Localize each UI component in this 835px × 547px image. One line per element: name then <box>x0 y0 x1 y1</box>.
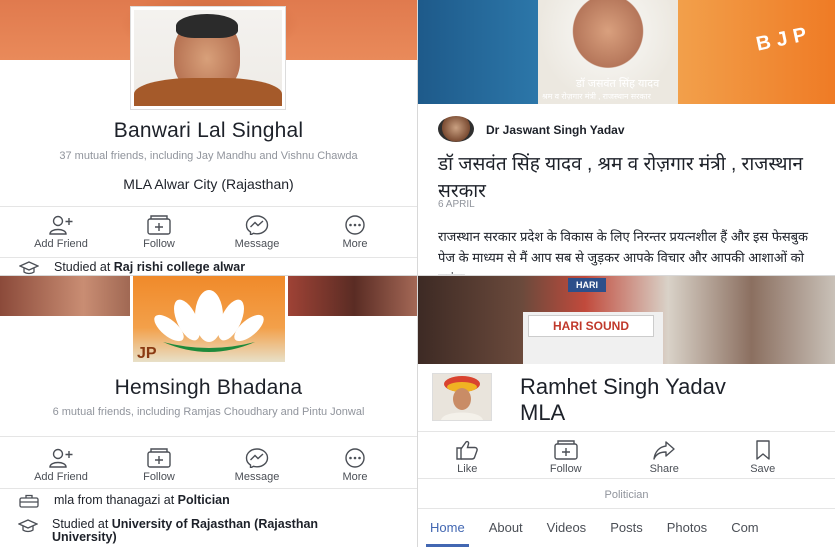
follow-label: Follow <box>143 238 175 250</box>
tab-community[interactable]: Com <box>719 509 770 547</box>
follow-label: Follow <box>143 471 175 483</box>
cover-photo[interactable]: HARI SOUND HARI <box>418 276 835 364</box>
post-cover-image[interactable]: BJP डॉ जसवंत सिंह यादव श्रम व रोज़गार मं… <box>418 0 835 104</box>
mutual-friends[interactable]: 6 mutual friends, including Ramjas Choud… <box>20 406 397 419</box>
profile-actions: Add Friend Follow Message More <box>12 215 404 250</box>
lotus-icon: JP <box>137 290 264 362</box>
svg-text:JP: JP <box>137 345 157 362</box>
bjp-flag-text: BJP <box>754 22 815 56</box>
message-button[interactable]: Message <box>208 215 306 250</box>
follow-icon <box>110 215 208 235</box>
work-place-link[interactable]: Poltician <box>178 493 230 507</box>
share-label: Share <box>649 463 679 475</box>
education-row[interactable]: Studied at Raj rishi college alwar <box>18 260 245 275</box>
more-label: More <box>342 471 368 483</box>
divider <box>418 431 835 432</box>
follow-button[interactable]: Follow <box>517 440 616 475</box>
cover-banner: HARI SOUND <box>528 315 654 337</box>
more-icon <box>306 215 404 235</box>
profile-role: MLA Alwar City (Rajasthan) <box>123 176 294 192</box>
follow-icon <box>110 448 208 468</box>
divider <box>0 257 417 258</box>
add-friend-label: Add Friend <box>34 471 88 483</box>
follow-button[interactable]: Follow <box>110 215 208 250</box>
education-prefix: Studied at <box>52 517 112 531</box>
cover-subcaption: श्रम व रोज़गार मंत्री , राजस्थान सरकार <box>542 92 651 101</box>
tab-videos[interactable]: Videos <box>535 509 599 547</box>
like-button[interactable]: Like <box>418 440 517 475</box>
tab-about[interactable]: About <box>477 509 535 547</box>
cover-caption: डॉ जसवंत सिंह यादव <box>576 78 660 90</box>
save-button[interactable]: Save <box>714 440 813 475</box>
page-actions: Like Follow Share Save <box>418 440 812 475</box>
post-card-jaswant: BJP डॉ जसवंत सिंह यादव श्रम व रोज़गार मं… <box>418 0 835 275</box>
profile-actions: Add Friend Follow Message More <box>12 448 404 483</box>
more-icon <box>306 448 404 468</box>
tab-home[interactable]: Home <box>418 509 477 547</box>
tab-posts[interactable]: Posts <box>598 509 655 547</box>
post-title: डॉ जसवंत सिंह यादव , श्रम व रोज़गार मंत्… <box>438 154 803 202</box>
more-button[interactable]: More <box>306 448 404 483</box>
profile-picture[interactable]: JP <box>130 276 288 365</box>
page-name-suffix: MLA <box>520 400 566 425</box>
follow-icon <box>517 440 616 460</box>
page-title: Ramhet Singh Yadav MLA <box>520 374 726 426</box>
profile-name: Hemsingh Bhadana <box>114 376 303 399</box>
save-label: Save <box>750 463 776 475</box>
tab-photos[interactable]: Photos <box>655 509 719 547</box>
page-card-ramhet: HARI SOUND HARI Ramhet Singh Yadav MLA L… <box>418 276 835 547</box>
like-icon <box>418 440 517 460</box>
page-tabs: Home About Videos Posts Photos Com <box>418 508 835 547</box>
message-button[interactable]: Message <box>208 448 306 483</box>
message-label: Message <box>234 471 280 483</box>
like-label: Like <box>457 463 478 475</box>
post-author[interactable]: Dr Jaswant Singh Yadav <box>486 123 625 137</box>
graduation-cap-icon <box>18 260 40 275</box>
briefcase-icon <box>18 493 40 508</box>
profile-card-hemsingh: JP Hemsingh Bhadana 6 mutual friends, in… <box>0 276 417 547</box>
more-button[interactable]: More <box>306 215 404 250</box>
graduation-cap-icon <box>18 518 38 533</box>
page-category: Politician <box>604 489 649 501</box>
add-friend-label: Add Friend <box>34 238 88 250</box>
share-button[interactable]: Share <box>615 440 714 475</box>
add-friend-button[interactable]: Add Friend <box>12 215 110 250</box>
work-row[interactable]: mla from thanagazi at Poltician <box>18 493 230 508</box>
profile-card-banwari: Banwari Lal Singhal 37 mutual friends, i… <box>0 0 417 275</box>
divider <box>0 206 417 207</box>
cover-sign: HARI <box>568 278 606 292</box>
add-friend-icon <box>12 215 110 235</box>
bookmark-icon <box>714 440 813 460</box>
mutual-friends[interactable]: 37 mutual friends, including Jay Mandhu … <box>0 150 417 162</box>
post-body: राजस्थान सरकार प्रदेश के विकास के लिए नि… <box>438 229 809 275</box>
profile-name: Banwari Lal Singhal <box>113 119 304 142</box>
author-avatar[interactable] <box>438 116 474 142</box>
divider <box>418 478 835 479</box>
page-name: Ramhet Singh Yadav <box>520 374 726 399</box>
messenger-icon <box>208 215 306 235</box>
work-prefix: mla from thanagazi at <box>54 493 178 507</box>
divider <box>0 488 417 489</box>
panel-separator <box>0 275 835 276</box>
messenger-icon <box>208 448 306 468</box>
education-school-link[interactable]: Raj rishi college alwar <box>114 260 245 274</box>
education-prefix: Studied at <box>54 260 114 274</box>
add-friend-button[interactable]: Add Friend <box>12 448 110 483</box>
add-friend-icon <box>12 448 110 468</box>
more-label: More <box>342 238 368 250</box>
message-label: Message <box>234 238 280 250</box>
page-profile-picture[interactable] <box>432 373 492 421</box>
education-row[interactable]: Studied at University of Rajasthan (Raja… <box>18 518 328 544</box>
post-date[interactable]: 6 APRIL <box>438 199 475 210</box>
follow-label: Follow <box>549 463 582 475</box>
profile-picture[interactable] <box>131 7 285 109</box>
follow-button[interactable]: Follow <box>110 448 208 483</box>
share-icon <box>615 440 714 460</box>
divider <box>0 436 417 437</box>
panel-separator <box>417 0 418 547</box>
